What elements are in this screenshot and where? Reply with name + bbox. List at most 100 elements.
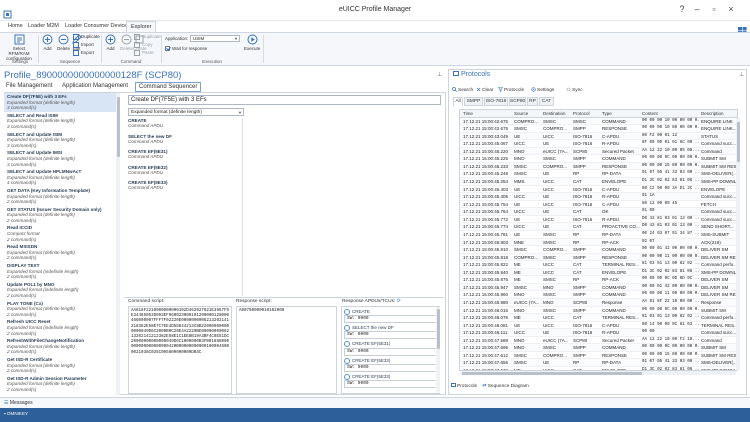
sequence-name-input[interactable]: Create DF(7F5E) with 3 EFs [128, 95, 441, 105]
close-icon[interactable]: × [724, 4, 738, 14]
refresh-icon[interactable]: ⟳ [397, 299, 401, 304]
minimize-icon[interactable]: – [690, 4, 704, 14]
tab-file-management[interactable]: File Management [6, 83, 52, 89]
execute-button[interactable]: Execute [244, 34, 260, 51]
table-row[interactable]: 17.12.21 15:00:47.612 SMSC COMPRO... SMPP RE… [460, 352, 737, 360]
table-row[interactable]: 17.12.21 15:00:45.754 UE UICC ISO-7816 C-APD… [460, 201, 737, 209]
table-row[interactable]: 17.12.21 15:00:43.049 UE UICC ISO-7816 C-APD… [460, 132, 737, 141]
sequence-item[interactable]: SELECT and Update HPLMNwAcT Expanded form… [4, 168, 119, 187]
search-button[interactable]: Search [452, 87, 473, 93]
table-row[interactable]: 17.12.21 15:00:46.076 ME UICC CAT TERMINAL R… [460, 314, 737, 322]
table-row[interactable]: 17.12.21 15:00:45.774 UICC UE CAT PROACTIVE … [460, 223, 737, 231]
pin-icon[interactable]: ⊥ [739, 71, 744, 78]
protocol-tab-smpp[interactable]: SMPP [464, 97, 483, 106]
select-profile-button[interactable]: Select RFM/RAM configuration [2, 34, 36, 61]
protocol-tab-iso-7816[interactable]: ISO-7816 [484, 97, 508, 106]
table-row[interactable]: 17.12.21 15:00:45.980 eUICC (7A... MNO SCP8… [460, 299, 737, 307]
table-row[interactable]: 17.12.21 15:00:45.822 ME UICC CAT TERMINAL R… [460, 261, 737, 269]
table-row[interactable]: 17.12.21 15:00:46.015 MNO SMSC SMPP COMMAND 0… [460, 307, 737, 315]
response-scrollbar[interactable] [436, 307, 440, 393]
tab-protocols[interactable]: Protocols [451, 383, 477, 389]
response-item[interactable]: CREATE EF(5E31) SW: 9000 [344, 341, 437, 356]
column-header[interactable]: Source [513, 110, 541, 118]
command-item[interactable]: CREATE EF(5E33) Command APDU [128, 180, 242, 191]
column-header[interactable]: Time [462, 110, 512, 118]
settings-button[interactable]: Settings [531, 87, 554, 93]
table-row[interactable]: 17.12.21 15:00:45.405 UICC UE ISO-7816 R-APD… [460, 193, 737, 201]
tab-home[interactable]: Home [8, 23, 23, 29]
table-row[interactable]: 17.12.21 15:00:45.875 ME SMSC RP RP-ACK 00 00… [460, 276, 737, 284]
sequence-item[interactable]: Update POL1 by MNO Expanded format (indef… [4, 281, 119, 300]
protocol-tab-cat[interactable]: CAT [539, 97, 554, 106]
response-item[interactable]: CREATE EF(5E33) SW: 9000 [344, 374, 437, 388]
protocol-tab-rp[interactable]: RP [527, 97, 538, 106]
sequence-item[interactable]: GET STATUS (Issuer Security Domain only)… [4, 206, 119, 225]
table-row[interactable]: 17.12.21 15:00:47.588 MNO eUICC (7A... SCP8… [460, 337, 737, 345]
sequence-item[interactable]: PLAY TONE (Cx) Expanded format (definite … [4, 300, 119, 319]
scrollbar-thumb[interactable] [116, 97, 120, 157]
protocols-filter-button[interactable]: Protocols [497, 87, 524, 93]
messages-tab[interactable]: ☰ Messages [4, 400, 33, 406]
tab-loader-m2m[interactable]: Loader M2M [28, 23, 59, 29]
horizontal-splitter[interactable] [124, 297, 444, 298]
sequence-item[interactable]: SELECT and Read ISIM Expanded format (def… [4, 112, 119, 131]
scrollbar-thumb[interactable] [436, 309, 440, 349]
sequence-item[interactable]: Create DF(7F5E) with 3 EFs Expanded forma… [4, 93, 119, 112]
command-item[interactable]: CREATE EF(5E32) Command APDU [128, 165, 242, 176]
scrollbar-thumb[interactable] [462, 371, 642, 375]
response-item[interactable]: SELECT the new DF SW: 9000 [344, 325, 437, 340]
table-row[interactable]: 17.12.21 15:00:45.220 MNO eUICC (7A... SCP8… [460, 147, 737, 156]
table-row[interactable]: 17.12.21 15:00:45.772 UE UICC ISO-7816 R-APD… [460, 216, 737, 224]
sequence-item[interactable]: Get ISD-R Certificate Expanded format (de… [4, 356, 119, 375]
table-row[interactable]: 17.12.21 15:00:45.781 UE SMSC RP RP-DATA 00 2… [460, 231, 737, 239]
column-header[interactable]: Destination [542, 110, 571, 118]
messages-bar[interactable]: ☰ Messages [0, 397, 750, 408]
format-select[interactable]: Expanded format (definite length) ▼ [128, 108, 244, 116]
table-row[interactable]: 17.12.21 15:00:45.960 MNO SMSC SMPP COMMAND 0… [460, 291, 737, 299]
wait-for-response-checkbox[interactable]: Wait for response [165, 46, 207, 52]
export-button[interactable]: Export [73, 50, 94, 56]
table-row[interactable]: 17.12.21 15:00:45.764 UICC UE CAT OK 91 00 Com… [460, 208, 737, 216]
table-row[interactable]: 17.12.21 15:00:45.403 UE UICC ISO-7816 C-APD… [460, 186, 737, 194]
column-header[interactable]: Description [700, 110, 737, 118]
sequence-item[interactable]: SELECT and Update ISIM Expanded format (d… [4, 131, 119, 150]
add-sequence-button[interactable]: Add [41, 34, 54, 51]
clear-button[interactable]: Clear [476, 87, 493, 93]
sync-button[interactable]: Sync [566, 87, 583, 93]
import-button[interactable]: Import [73, 42, 94, 48]
delete-sequence-button[interactable]: Delete [56, 34, 71, 51]
table-row[interactable]: 17.12.21 15:00:45.254 MMS UICC CAT ENVELOPE D… [460, 178, 737, 186]
sequence-item[interactable]: SELECT and Update IMSI Expanded format (d… [4, 149, 119, 168]
tab-sequence-diagram[interactable]: ⇄ Sequence Diagram [482, 384, 528, 389]
scrollbar-thumb[interactable] [736, 122, 740, 162]
table-row[interactable]: 17.12.21 15:00:46.111 UICC UE ISO-7816 R-APD… [460, 329, 737, 337]
tab-application-management[interactable]: Application Management [62, 83, 128, 89]
response-item[interactable]: CREATE SW: 9000 [344, 309, 437, 324]
table-row[interactable]: 17.12.21 15:00:46.081 UE UICC ISO-7816 C-APD… [460, 322, 737, 330]
table-row[interactable]: 17.12.21 15:00:45.248 SMSC UE RP RP-DATA 01 0… [460, 170, 737, 179]
log-scrollbar[interactable] [736, 118, 740, 370]
add-command-button[interactable]: Add [104, 34, 117, 51]
table-row[interactable]: 17.12.21 15:00:47.595 MNO SMSC SMPP COMMAND 0… [460, 344, 737, 352]
table-row[interactable]: 17.12.21 15:00:45.840 ME UICC CAT ENVELOPE D1… [460, 268, 737, 277]
response-script-box[interactable]: A00700000010102000 [236, 306, 337, 394]
pin-icon[interactable]: ⊥ [437, 71, 442, 78]
table-row[interactable]: 17.12.21 15:00:45.810 SMSC COMPRO... SMPP CO… [460, 246, 737, 254]
protocol-tab-scp80[interactable]: SCP80 [509, 97, 526, 106]
duplicate-command-button[interactable]: Duplicate [134, 34, 161, 40]
maximize-icon[interactable]: ▫ [707, 4, 721, 14]
command-script-box[interactable]: AA818F2210000000000102D462027621E3967F5E… [128, 306, 232, 394]
sequence-item[interactable]: RefreshWithFileChangeNotification Expande… [4, 337, 119, 356]
column-header[interactable]: Protocol [572, 110, 600, 118]
sequence-list-scrollbar[interactable] [116, 93, 120, 395]
tab-explorer[interactable]: Explorer [126, 21, 157, 32]
sequence-item[interactable]: Read ICCID Compact format 2 command(s) [4, 224, 119, 243]
application-select[interactable]: USIM ▼ [190, 35, 240, 42]
column-header[interactable]: Type [601, 110, 640, 118]
duplicate-button[interactable]: Duplicate [73, 34, 100, 40]
command-item[interactable]: CREATE EF(5E31) Command APDU [128, 149, 242, 160]
command-item[interactable]: SELECT the new DF Command APDU [128, 134, 242, 145]
sequence-item[interactable]: Read MSISDN Expanded format (definite len… [4, 243, 119, 262]
tab-command-sequencer[interactable]: Command Sequencer [135, 82, 202, 92]
table-row[interactable]: 17.12.21 15:00:45.233 SMSC COMPRO... SMPP RE… [460, 162, 737, 171]
